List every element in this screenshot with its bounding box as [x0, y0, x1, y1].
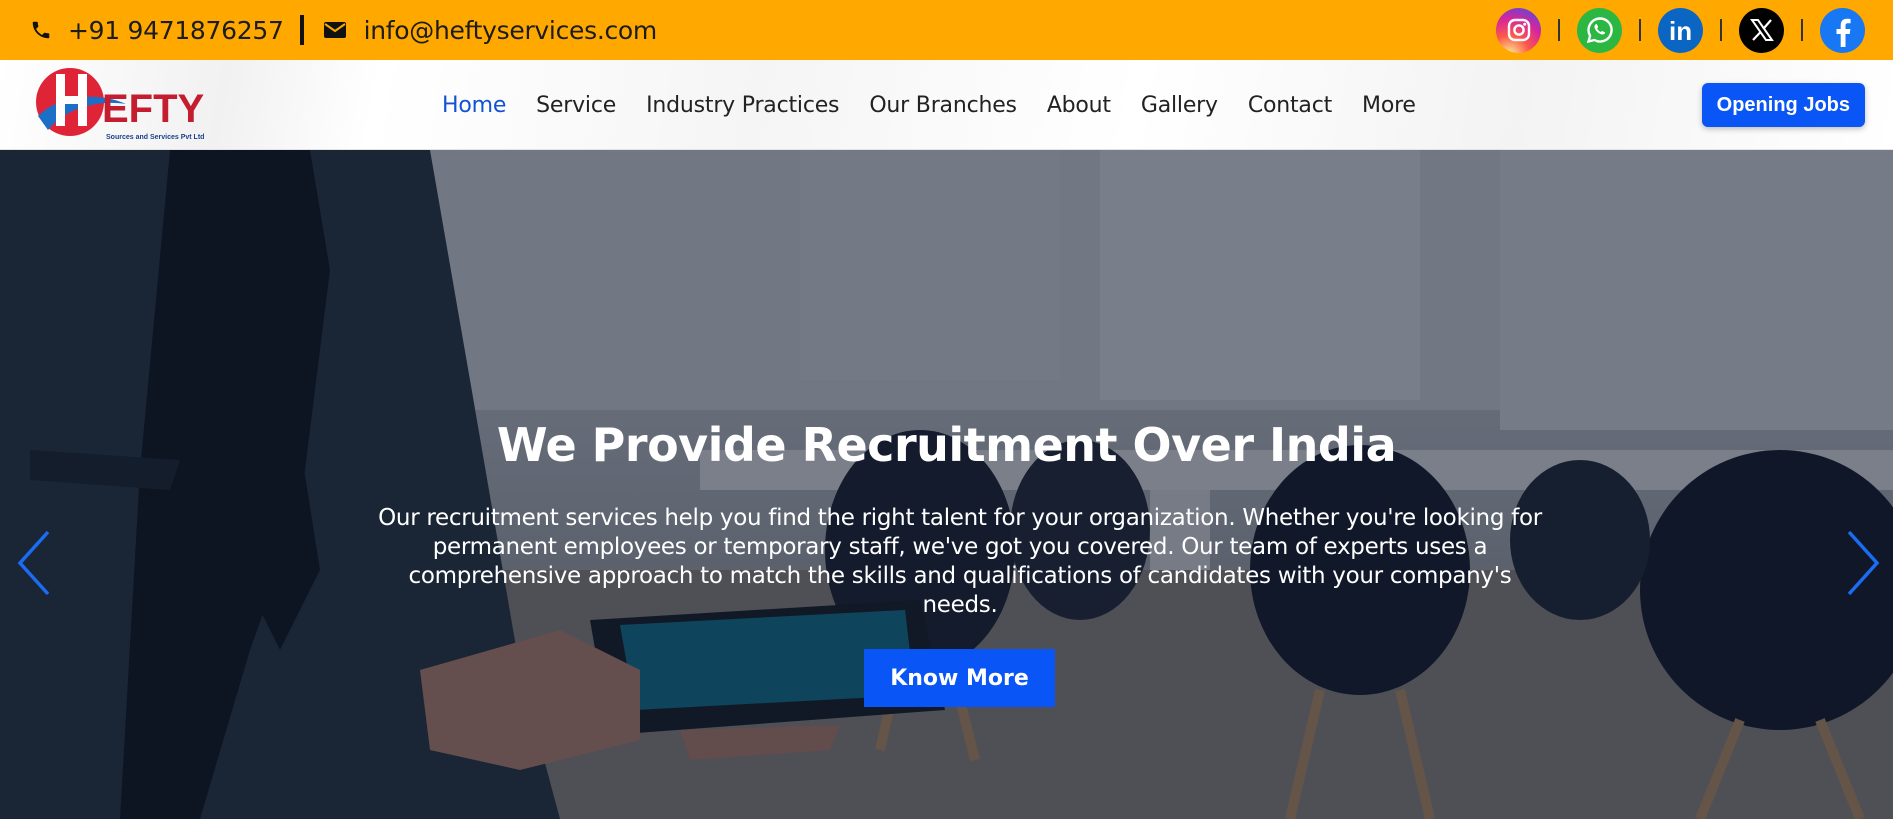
facebook-icon[interactable]: [1820, 7, 1865, 53]
svg-text:in: in: [1669, 16, 1692, 45]
main-navbar: EFTY Sources and Services Pvt Ltd Home S…: [0, 60, 1893, 150]
linkedin-icon[interactable]: in: [1658, 7, 1703, 53]
hero-overlay: [0, 150, 1893, 819]
contact-info: +91 9471876257 info@heftyservices.com: [28, 0, 657, 60]
nav-item-home[interactable]: Home: [442, 93, 506, 118]
nav-item-contact[interactable]: Contact: [1248, 93, 1332, 118]
nav-item-more[interactable]: More: [1362, 93, 1416, 118]
top-contact-bar: +91 9471876257 info@heftyservices.com in: [0, 0, 1893, 60]
social-divider: [1801, 19, 1803, 41]
social-divider: [1558, 19, 1560, 41]
x-twitter-icon[interactable]: [1739, 7, 1784, 53]
nav-item-gallery[interactable]: Gallery: [1141, 93, 1218, 118]
chevron-left-icon[interactable]: [14, 528, 54, 598]
contact-divider: [299, 15, 304, 45]
envelope-icon: [322, 17, 348, 43]
social-links: in: [1496, 0, 1865, 60]
opening-jobs-button[interactable]: Opening Jobs: [1701, 83, 1865, 127]
know-more-button[interactable]: Know More: [864, 649, 1055, 707]
social-divider: [1720, 19, 1722, 41]
nav-item-industry-practices[interactable]: Industry Practices: [646, 93, 839, 118]
hero-description: Our recruitment services help you find t…: [378, 505, 1542, 618]
phone-icon: [28, 17, 54, 43]
instagram-icon[interactable]: [1496, 7, 1541, 53]
whatsapp-icon[interactable]: [1577, 7, 1622, 53]
nav-item-our-branches[interactable]: Our Branches: [869, 93, 1017, 118]
primary-nav: Home Service Industry Practices Our Bran…: [442, 60, 1446, 150]
hero-slider: We Provide Recruitment Over India Our re…: [0, 150, 1893, 819]
social-divider: [1639, 19, 1641, 41]
svg-text:Sources and Services Pvt Ltd: Sources and Services Pvt Ltd: [106, 134, 204, 141]
hero-title: We Provide Recruitment Over India: [496, 418, 1397, 472]
hefty-logo[interactable]: EFTY Sources and Services Pvt Ltd: [30, 64, 210, 146]
phone-number-link[interactable]: +91 9471876257: [68, 16, 284, 45]
email-link[interactable]: info@heftyservices.com: [364, 16, 658, 45]
nav-item-service[interactable]: Service: [536, 93, 616, 118]
nav-item-about[interactable]: About: [1047, 93, 1111, 118]
chevron-right-icon[interactable]: [1843, 528, 1883, 598]
svg-text:EFTY: EFTY: [102, 87, 205, 131]
